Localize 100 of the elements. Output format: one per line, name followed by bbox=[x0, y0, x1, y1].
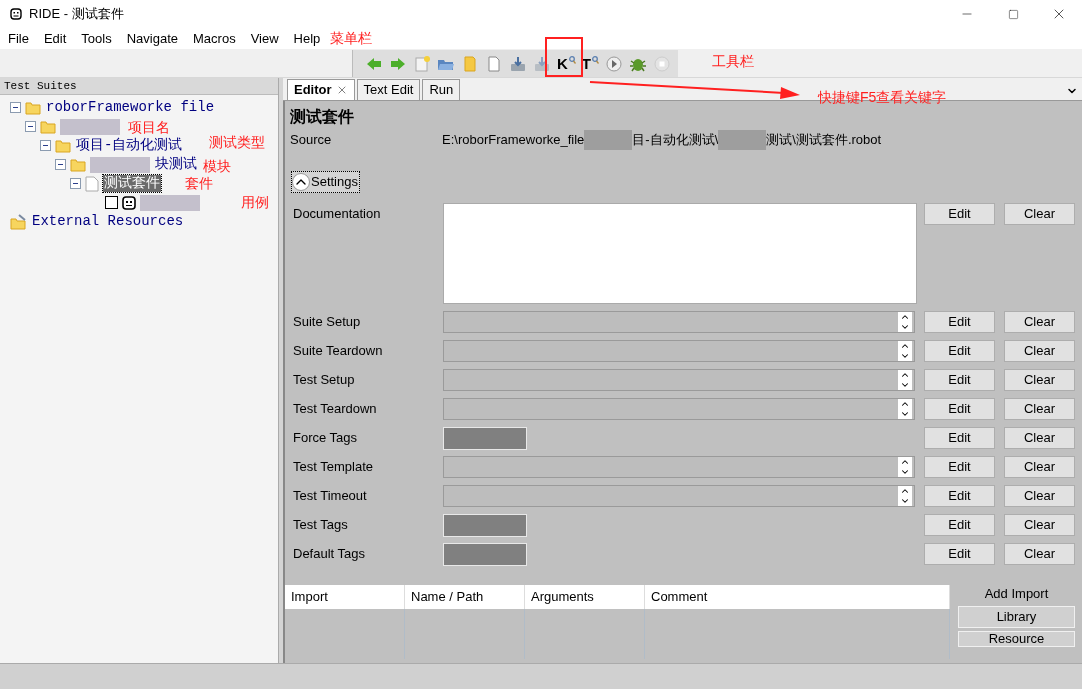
tree-item[interactable]: External Resources bbox=[31, 213, 185, 230]
settings-toggle[interactable]: Settings bbox=[291, 171, 360, 193]
collapse-toggle[interactable] bbox=[40, 140, 51, 151]
edit-button[interactable]: Edit bbox=[924, 340, 995, 362]
source-path: 测试\测试套件.robot bbox=[766, 131, 882, 150]
spinner-icon[interactable] bbox=[898, 457, 912, 477]
edit-button[interactable]: Edit bbox=[924, 203, 995, 225]
folder-icon bbox=[40, 119, 56, 134]
file-icon bbox=[85, 175, 99, 192]
menu-item[interactable]: View bbox=[250, 28, 279, 49]
menu-item[interactable]: File bbox=[8, 28, 29, 49]
field-label: Suite Teardown bbox=[292, 342, 384, 360]
field-label: Force Tags bbox=[292, 429, 359, 447]
tree-item[interactable]: 块测试 bbox=[154, 156, 198, 173]
combo-field[interactable] bbox=[443, 311, 915, 333]
clear-button[interactable]: Clear bbox=[1004, 369, 1075, 391]
clear-button[interactable]: Clear bbox=[1004, 514, 1075, 536]
spinner-icon[interactable] bbox=[898, 312, 912, 332]
checkbox[interactable] bbox=[105, 196, 118, 209]
collapse-icon[interactable] bbox=[292, 173, 310, 191]
documentation-field[interactable] bbox=[443, 203, 917, 304]
annotation-label: 测试类型 bbox=[209, 133, 265, 152]
annotation-label: 项目名 bbox=[128, 118, 170, 137]
folder-icon bbox=[70, 157, 86, 172]
add-import-button[interactable]: Resource bbox=[958, 631, 1075, 647]
tags-field[interactable] bbox=[443, 514, 527, 537]
page-icon[interactable] bbox=[485, 54, 503, 73]
clear-button[interactable]: Clear bbox=[1004, 456, 1075, 478]
edit-button[interactable]: Edit bbox=[924, 456, 995, 478]
source-path: E:\roborFrameworke_file bbox=[442, 131, 585, 150]
collapse-toggle[interactable] bbox=[25, 121, 36, 132]
spinner-icon[interactable] bbox=[898, 341, 912, 361]
section-title: Add Import bbox=[984, 585, 1049, 603]
clear-button[interactable]: Clear bbox=[1004, 485, 1075, 507]
annotation-label: 工具栏 bbox=[712, 52, 754, 71]
tree-item[interactable]: 测试套件 bbox=[103, 175, 161, 192]
annotation-label: 套件 bbox=[185, 174, 213, 193]
field-label: Test Template bbox=[292, 458, 374, 476]
annotation-label: 用例 bbox=[241, 193, 269, 212]
combo-field[interactable] bbox=[443, 369, 915, 391]
edit-button[interactable]: Edit bbox=[924, 485, 995, 507]
combo-field[interactable] bbox=[443, 456, 915, 478]
panel-header: Test Suites bbox=[0, 78, 278, 94]
spinner-icon[interactable] bbox=[898, 399, 912, 419]
edit-button[interactable]: Edit bbox=[924, 427, 995, 449]
field-label: Default Tags bbox=[292, 545, 367, 563]
highlight-box bbox=[545, 37, 583, 77]
tags-field[interactable] bbox=[443, 427, 527, 450]
add-import-button[interactable]: Library bbox=[958, 606, 1075, 628]
menu-item[interactable]: Navigate bbox=[126, 28, 179, 49]
clear-button[interactable]: Clear bbox=[1004, 543, 1075, 565]
collapse-toggle[interactable] bbox=[70, 178, 81, 189]
collapse-toggle[interactable] bbox=[10, 102, 21, 113]
blurred-text bbox=[718, 130, 767, 150]
menu-item[interactable]: Macros bbox=[193, 28, 236, 49]
field-label: Source bbox=[290, 131, 333, 150]
menu-item[interactable]: Tools bbox=[81, 28, 112, 49]
spinner-icon[interactable] bbox=[898, 370, 912, 390]
tags-field[interactable] bbox=[443, 543, 527, 566]
menu-item[interactable]: Edit bbox=[43, 28, 67, 49]
play-icon[interactable] bbox=[605, 54, 623, 73]
edit-button[interactable]: Edit bbox=[924, 311, 995, 333]
column-header: Arguments bbox=[525, 585, 645, 609]
field-label: Test Setup bbox=[292, 371, 356, 389]
spinner-icon[interactable] bbox=[898, 486, 912, 506]
clear-button[interactable]: Clear bbox=[1004, 427, 1075, 449]
annotation-label: 快捷键F5查看关键字 bbox=[818, 88, 947, 107]
save-icon[interactable] bbox=[509, 54, 527, 73]
tab[interactable]: Editor bbox=[287, 79, 355, 100]
clear-button[interactable]: Clear bbox=[1004, 203, 1075, 225]
window-title: RIDE - 测试套件 bbox=[29, 5, 124, 24]
field-label: Documentation bbox=[292, 205, 382, 223]
field-label: Suite Setup bbox=[292, 313, 362, 331]
menu-item[interactable]: Help bbox=[293, 28, 321, 49]
source-path: 目-自动化测试\ bbox=[632, 131, 719, 150]
combo-field[interactable] bbox=[443, 398, 915, 420]
combo-field[interactable] bbox=[443, 340, 915, 362]
clear-button[interactable]: Clear bbox=[1004, 340, 1075, 362]
combo-field[interactable] bbox=[443, 485, 915, 507]
clear-button[interactable]: Clear bbox=[1004, 311, 1075, 333]
column-header: Name / Path bbox=[405, 585, 525, 609]
blurred-text bbox=[584, 130, 633, 150]
edit-button[interactable]: Edit bbox=[924, 543, 995, 565]
edit-button[interactable]: Edit bbox=[924, 369, 995, 391]
tree-item[interactable]: roborFrameworke file bbox=[45, 99, 216, 116]
folder-icon bbox=[55, 138, 71, 153]
tree-item[interactable]: 项目-自动化测试 bbox=[75, 137, 184, 154]
edit-button[interactable]: Edit bbox=[924, 514, 995, 536]
edit-button[interactable]: Edit bbox=[924, 398, 995, 420]
folder-icon bbox=[25, 100, 41, 115]
annotation-label: 菜单栏 bbox=[330, 29, 372, 48]
save-all-icon[interactable] bbox=[533, 54, 551, 73]
clear-button[interactable]: Clear bbox=[1004, 398, 1075, 420]
tab[interactable]: Text Edit bbox=[356, 79, 421, 100]
app-icon bbox=[10, 8, 22, 20]
robot-icon bbox=[122, 195, 136, 210]
tab[interactable]: Run bbox=[422, 79, 461, 100]
collapse-toggle[interactable] bbox=[55, 159, 66, 170]
resource-folder-icon bbox=[10, 213, 27, 230]
suite-heading: 测试套件 bbox=[289, 107, 355, 127]
